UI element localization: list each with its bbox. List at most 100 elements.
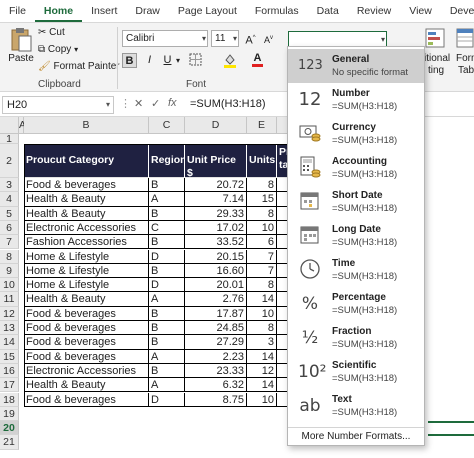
table-cell[interactable]: B: [149, 335, 185, 350]
tab-home[interactable]: Home: [34, 0, 83, 22]
table-cell[interactable]: 20.72: [185, 178, 247, 193]
table-cell[interactable]: D: [149, 278, 185, 293]
table-cell[interactable]: B: [149, 178, 185, 193]
column-header[interactable]: C: [149, 117, 185, 134]
table-cell[interactable]: 23.33: [185, 363, 247, 379]
tab-file[interactable]: File: [0, 0, 35, 22]
table-cell[interactable]: B: [149, 263, 185, 279]
chevron-down-icon[interactable]: ▾: [174, 53, 182, 68]
table-cell[interactable]: 10: [247, 392, 277, 407]
paste-button[interactable]: Paste: [8, 27, 34, 64]
more-number-formats-link[interactable]: More Number Formats...: [288, 427, 424, 445]
header-cell[interactable]: Units: [247, 144, 277, 178]
table-cell[interactable]: Electronic Accessories: [24, 220, 149, 236]
format-option-currency[interactable]: Currency =SUM(H3:H18): [288, 117, 424, 151]
table-cell[interactable]: A: [149, 192, 185, 207]
table-cell[interactable]: 20.01: [185, 278, 247, 293]
table-cell[interactable]: 2.76: [185, 292, 247, 307]
table-cell[interactable]: B: [149, 321, 185, 336]
enter-icon[interactable]: ✓: [151, 97, 160, 110]
table-cell[interactable]: B: [149, 235, 185, 250]
tab-develope[interactable]: Develope: [441, 0, 474, 22]
borders-icon[interactable]: [188, 53, 203, 68]
table-cell[interactable]: Food & beverages: [24, 349, 149, 364]
font-color-icon[interactable]: A: [250, 51, 265, 67]
table-cell[interactable]: A: [149, 349, 185, 364]
row-header[interactable]: 5: [0, 206, 19, 221]
copy-button[interactable]: ⧉ Copy ▾: [38, 44, 78, 55]
conditional-formatting-button[interactable]: [424, 27, 450, 52]
font-name-select[interactable]: Calibri ▾: [122, 30, 208, 47]
table-cell[interactable]: Health & Beauty: [24, 292, 149, 307]
table-cell[interactable]: 7.14: [185, 192, 247, 207]
table-cell[interactable]: Food & beverages: [24, 321, 149, 336]
table-cell[interactable]: 14: [247, 292, 277, 307]
format-option-fraction[interactable]: ½ Fraction =SUM(H3:H18): [288, 321, 424, 355]
header-cell[interactable]: Region: [149, 144, 185, 178]
formula-input[interactable]: =SUM(H3:H18): [190, 96, 266, 113]
table-cell[interactable]: D: [149, 392, 185, 407]
row-header[interactable]: 15: [0, 349, 19, 364]
table-cell[interactable]: 8: [247, 206, 277, 221]
cancel-icon[interactable]: ✕: [134, 97, 143, 110]
row-header[interactable]: 11: [0, 292, 19, 307]
format-option-accounting[interactable]: Accounting =SUM(H3:H18): [288, 151, 424, 185]
table-cell[interactable]: Health & Beauty: [24, 192, 149, 207]
header-cell[interactable]: Proucut Category: [24, 144, 149, 178]
column-header[interactable]: E: [247, 117, 277, 134]
row-header[interactable]: 8: [0, 249, 19, 264]
bold-button[interactable]: B: [122, 53, 137, 68]
table-cell[interactable]: 8: [247, 178, 277, 193]
table-cell[interactable]: B: [149, 363, 185, 379]
format-option-general[interactable]: 123 General No specific format: [288, 49, 424, 83]
row-header[interactable]: 1: [0, 134, 19, 144]
column-header[interactable]: B: [24, 117, 149, 134]
row-header[interactable]: 6: [0, 220, 19, 236]
row-header[interactable]: 4: [0, 192, 19, 207]
table-cell[interactable]: 14: [247, 349, 277, 364]
table-cell[interactable]: 12: [247, 363, 277, 379]
table-cell[interactable]: 15: [247, 192, 277, 207]
format-as-table-button[interactable]: [456, 27, 474, 52]
grow-font-button[interactable]: A^: [243, 31, 258, 47]
table-cell[interactable]: 27.29: [185, 335, 247, 350]
underline-button[interactable]: U: [160, 53, 175, 68]
tab-insert[interactable]: Insert: [82, 0, 126, 22]
table-cell[interactable]: Home & Lifestyle: [24, 263, 149, 279]
fill-color-icon[interactable]: [222, 53, 237, 68]
row-header[interactable]: 3: [0, 178, 19, 193]
table-cell[interactable]: 8: [247, 278, 277, 293]
row-header[interactable]: 17: [0, 378, 19, 393]
shrink-font-button[interactable]: Av: [261, 31, 276, 46]
table-cell[interactable]: 17.87: [185, 306, 247, 321]
table-cell[interactable]: 29.33: [185, 206, 247, 221]
table-cell[interactable]: 7: [247, 249, 277, 264]
row-header[interactable]: 13: [0, 321, 19, 336]
row-header[interactable]: 12: [0, 306, 19, 321]
table-cell[interactable]: 14: [247, 378, 277, 393]
row-header[interactable]: 7: [0, 235, 19, 250]
tab-formulas[interactable]: Formulas: [246, 0, 308, 22]
table-cell[interactable]: C: [149, 220, 185, 236]
table-cell[interactable]: 7: [247, 263, 277, 279]
table-cell[interactable]: 17.02: [185, 220, 247, 236]
font-size-select[interactable]: 11 ▾: [211, 30, 239, 47]
row-header[interactable]: 10: [0, 278, 19, 293]
cut-button[interactable]: ✂ Cut: [38, 27, 65, 38]
table-cell[interactable]: D: [149, 249, 185, 264]
name-box[interactable]: H20 ▾: [2, 96, 114, 114]
tab-draw[interactable]: Draw: [126, 0, 169, 22]
row-header[interactable]: 9: [0, 263, 19, 279]
table-cell[interactable]: A: [149, 378, 185, 393]
italic-button[interactable]: I: [142, 53, 157, 68]
table-cell[interactable]: A: [149, 292, 185, 307]
row-header[interactable]: 16: [0, 363, 19, 379]
tab-data[interactable]: Data: [308, 0, 348, 22]
row-header[interactable]: 14: [0, 335, 19, 350]
table-cell[interactable]: 16.60: [185, 263, 247, 279]
table-cell[interactable]: 8.75: [185, 392, 247, 407]
format-option-time[interactable]: Time =SUM(H3:H18): [288, 253, 424, 287]
table-cell[interactable]: Food & beverages: [24, 178, 149, 193]
tab-page-layout[interactable]: Page Layout: [169, 0, 246, 22]
format-option-scientific[interactable]: 10² Scientific =SUM(H3:H18): [288, 355, 424, 389]
